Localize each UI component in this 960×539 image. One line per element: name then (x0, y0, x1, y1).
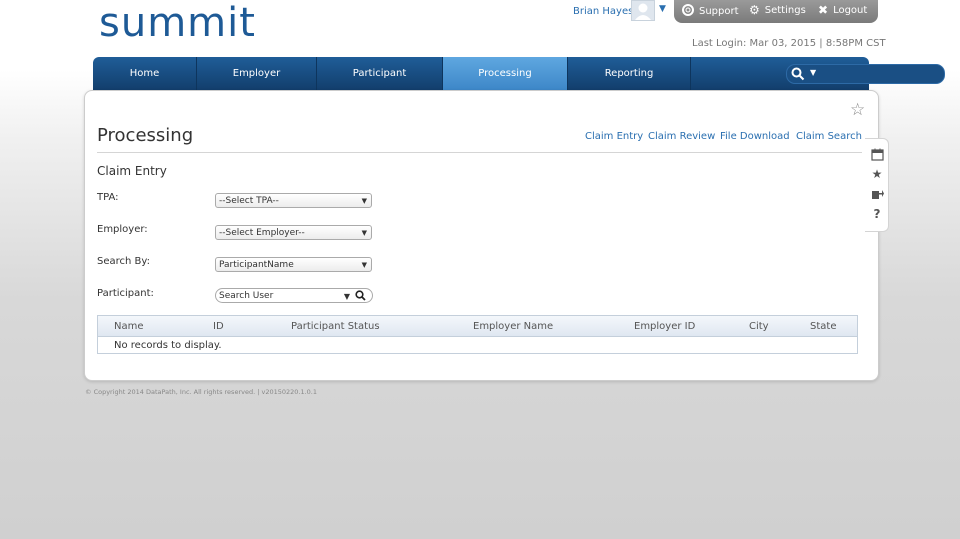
calendar-icon[interactable] (870, 148, 884, 162)
chevron-down-icon[interactable]: ▼ (659, 4, 666, 14)
life-ring-icon (682, 4, 694, 18)
utility-toolbar: Support ⚙ Settings ✖ Logout (674, 0, 878, 23)
settings-label: Settings (764, 4, 806, 16)
col-header-employer-name[interactable]: Employer Name (473, 321, 553, 332)
close-icon: ✖ (818, 3, 829, 17)
footer-copyright: © Copyright 2014 DataPath, Inc. All righ… (85, 388, 318, 396)
gear-icon: ⚙ (749, 3, 760, 17)
title-divider (97, 152, 862, 153)
col-header-id[interactable]: ID (213, 321, 224, 332)
nav-employer[interactable]: Employer (197, 57, 317, 90)
dropdown-arrow-icon: ▼ (361, 229, 367, 237)
search-by-select-value: ParticipantName (219, 260, 294, 270)
nav-participant[interactable]: Participant (317, 57, 443, 90)
participant-search-input[interactable]: Search User ▼ (215, 288, 373, 303)
employer-label: Employer: (97, 224, 148, 235)
user-avatar[interactable] (631, 0, 655, 21)
employer-select[interactable]: --Select Employer-- ▼ (215, 225, 372, 240)
tpa-select[interactable]: --Select TPA-- ▼ (215, 193, 372, 208)
support-button[interactable]: Support (682, 4, 739, 18)
link-claim-search[interactable]: Claim Search (796, 131, 862, 142)
search-by-label: Search By: (97, 256, 150, 267)
export-icon[interactable] (870, 187, 884, 201)
tpa-label: TPA: (97, 192, 119, 203)
help-icon[interactable]: ? (870, 207, 884, 221)
nav-processing[interactable]: Processing (443, 57, 568, 90)
participant-search-placeholder: Search User (219, 291, 274, 301)
chevron-down-icon[interactable]: ▼ (344, 289, 350, 304)
nav-search-box[interactable]: ▼ (786, 64, 945, 84)
tpa-select-value: --Select TPA-- (219, 196, 279, 206)
section-title: Claim Entry (97, 164, 167, 178)
support-label: Support (699, 5, 739, 17)
dropdown-arrow-icon: ▼ (361, 261, 367, 269)
link-claim-entry[interactable]: Claim Entry (585, 131, 643, 142)
dropdown-arrow-icon: ▼ (361, 197, 367, 205)
main-nav: Home Employer Participant Processing Rep… (93, 57, 945, 90)
search-icon[interactable] (355, 290, 366, 307)
logout-label: Logout (833, 4, 868, 16)
nav-reporting[interactable]: Reporting (568, 57, 691, 90)
empty-grid-message: No records to display. (114, 340, 222, 351)
content-panel: ☆ Processing Claim Entry Claim Review Fi… (84, 90, 879, 381)
link-file-download[interactable]: File Download (720, 131, 790, 142)
col-header-name[interactable]: Name (114, 321, 144, 332)
page-title: Processing (97, 125, 194, 146)
user-name-link[interactable]: Brian Hayes (573, 6, 633, 17)
search-icon[interactable] (791, 66, 805, 85)
claims-grid: Name ID Participant Status Employer Name… (97, 315, 858, 354)
chevron-down-icon[interactable]: ▼ (810, 68, 816, 77)
star-outline-icon[interactable]: ☆ (850, 100, 865, 120)
grid-header: Name ID Participant Status Employer Name… (98, 316, 857, 337)
settings-button[interactable]: ⚙ Settings (749, 4, 806, 16)
search-by-select[interactable]: ParticipantName ▼ (215, 257, 372, 272)
employer-select-value: --Select Employer-- (219, 228, 305, 238)
nav-home[interactable]: Home (93, 57, 197, 90)
col-header-employer-id[interactable]: Employer ID (634, 321, 695, 332)
last-login-text: Last Login: Mar 03, 2015 | 8:58PM CST (692, 38, 886, 49)
summit-logo: summit (99, 0, 256, 46)
logout-button[interactable]: ✖ Logout (818, 4, 867, 16)
link-claim-review[interactable]: Claim Review (648, 131, 715, 142)
col-header-state[interactable]: State (810, 321, 836, 332)
side-toolbar: ★ ? (865, 138, 889, 232)
star-icon[interactable]: ★ (870, 167, 884, 181)
participant-label: Participant: (97, 288, 154, 299)
user-silhouette-icon (635, 3, 651, 20)
col-header-participant-status[interactable]: Participant Status (291, 321, 380, 332)
col-header-city[interactable]: City (749, 321, 769, 332)
